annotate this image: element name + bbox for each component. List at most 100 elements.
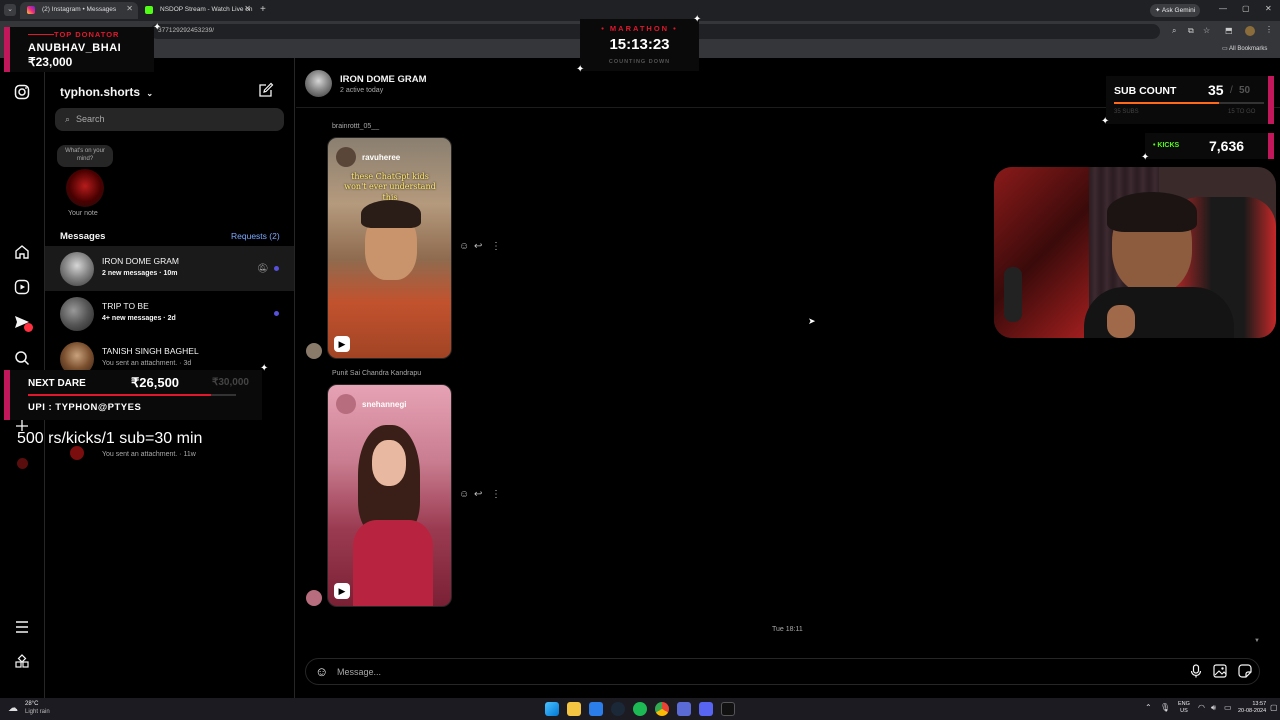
folder-icon: ▭	[1222, 46, 1228, 52]
search-input[interactable]: ⌕ Search	[55, 108, 284, 131]
browser-menu-icon[interactable]: ⋮	[1265, 25, 1273, 34]
new-tab-button[interactable]: +	[260, 4, 266, 15]
thread-name: IRON DOME GRAM	[102, 256, 179, 266]
tab-search-button[interactable]: ⌄	[4, 4, 16, 16]
rate-info-text: 500 rs/kicks/1 sub=30 min	[17, 430, 203, 447]
tab-stream[interactable]: NSDOP Stream - Watch Live on ✕	[138, 2, 256, 19]
webcam-person-body	[1084, 287, 1234, 338]
clock[interactable]: 13:57 20-08-2024	[1238, 701, 1266, 716]
sub-count-overlay: SUB COUNT 35 / 50 35 SUBS 15 TO GO ✦	[1101, 76, 1274, 127]
message-composer[interactable]: ☺ Message...	[305, 658, 1260, 685]
emoji-icon[interactable]: ☺	[315, 664, 328, 679]
react-icon[interactable]: ☺	[459, 241, 469, 252]
extensions-icon[interactable]: ⬒	[1225, 26, 1233, 35]
all-bookmarks-label: All Bookmarks	[1229, 46, 1268, 52]
app-icon[interactable]	[721, 702, 735, 716]
reel-caption: these ChatGpt kids won't ever understand…	[344, 172, 436, 202]
reel-play-icon: ▶	[334, 336, 350, 352]
tray-chevron-icon[interactable]: ⌃	[1145, 703, 1152, 712]
maximize-button[interactable]: ▢	[1242, 4, 1250, 13]
microphone-icon[interactable]	[1190, 664, 1202, 683]
react-icon[interactable]: ☺	[459, 489, 469, 500]
top-donator-overlay: TOP DONATOR ANUBHAV_BHAI ₹23,000 ✦	[4, 22, 161, 72]
wifi-icon[interactable]: ◠	[1198, 703, 1205, 712]
sparkle-icon: ✦	[576, 64, 585, 75]
steam-icon[interactable]	[611, 702, 625, 716]
sticker-icon[interactable]	[1238, 664, 1252, 683]
requests-link[interactable]: Requests (2)	[231, 231, 280, 241]
ask-gemini-button[interactable]: ✦ Ask Gemini	[1150, 4, 1201, 17]
kicks-value: 7,636	[1209, 138, 1245, 154]
language-top: ENG	[1178, 701, 1190, 707]
chat-avatar[interactable]	[305, 70, 332, 97]
close-icon[interactable]: ✕	[244, 4, 251, 13]
sender-name: Punit Sai Chandra Kandrapu	[332, 370, 422, 377]
minimize-button[interactable]: —	[1219, 4, 1227, 13]
mouse-cursor-icon: ➤	[808, 316, 816, 326]
new-message-icon[interactable]	[258, 82, 274, 103]
messages-icon[interactable]	[13, 314, 33, 332]
thread-trip-to-be[interactable]: TRIP TO BE 4+ new messages · 2d	[45, 291, 294, 336]
shared-reel[interactable]: snehannegi ▶	[327, 384, 452, 607]
reply-icon[interactable]: ↩	[474, 241, 482, 252]
search-icon[interactable]	[13, 350, 31, 368]
zoom-icon[interactable]: ⌕	[1172, 26, 1176, 36]
sub-count-slash: /	[1230, 85, 1233, 96]
start-button-icon[interactable]	[545, 702, 559, 716]
shared-reel[interactable]: ravuheree these ChatGpt kids won't ever …	[327, 137, 452, 359]
notification-icon[interactable]: ▢	[1270, 703, 1278, 712]
note-bubble[interactable]: What's on your mind?	[57, 145, 113, 167]
bookmark-star-icon[interactable]: ☆	[1203, 26, 1210, 35]
thread-avatar	[70, 446, 84, 460]
profile-avatar[interactable]	[1245, 26, 1255, 36]
tab-instagram[interactable]: (2) Instagram • Messages ✕	[20, 2, 138, 19]
url-text: 377129292453239/	[158, 27, 215, 34]
profile-avatar[interactable]	[17, 458, 28, 469]
app-icon[interactable]	[677, 702, 691, 716]
reel-author-avatar	[336, 394, 356, 414]
sub-count-label: SUB COUNT	[1114, 85, 1177, 97]
more-options-icon[interactable]: ⋮	[491, 241, 501, 252]
reply-icon[interactable]: ↩	[474, 489, 482, 500]
chat-title[interactable]: IRON DOME GRAM	[340, 74, 427, 85]
chrome-icon[interactable]	[655, 702, 669, 716]
marathon-timer-overlay: • MARATHON • 15:13:23 COUNTING DOWN ✦ ✦	[576, 14, 701, 75]
also-from-meta-icon[interactable]	[13, 654, 31, 672]
person-saree	[353, 520, 433, 606]
account-switcher[interactable]: typhon.shorts ⌄	[60, 85, 153, 99]
window-close-button[interactable]: ✕	[1265, 4, 1272, 13]
webcam-hand	[1107, 305, 1135, 338]
sub-count-small-right: 15 TO GO	[1228, 109, 1256, 115]
thread-preview: You sent an attachment. · 3d	[102, 360, 192, 367]
more-menu-icon[interactable]	[13, 619, 31, 637]
file-explorer-icon[interactable]	[567, 702, 581, 716]
search-placeholder: Search	[76, 114, 105, 124]
battery-icon[interactable]: ▭	[1224, 703, 1232, 712]
tray-app-icon[interactable]: 🎙︎	[1160, 703, 1170, 712]
scroll-down-arrow-icon[interactable]: ▼	[1254, 638, 1260, 644]
reels-icon[interactable]	[13, 279, 31, 297]
spotify-icon[interactable]	[633, 702, 647, 716]
your-note-label: Your note	[68, 210, 98, 217]
marathon-sub: COUNTING DOWN	[608, 59, 671, 65]
close-icon[interactable]: ✕	[126, 4, 133, 13]
sparkle-icon: ✦	[1101, 116, 1110, 127]
home-icon[interactable]	[13, 244, 31, 262]
instagram-logo-icon[interactable]	[13, 84, 31, 102]
thread-name: TANISH SINGH BAGHEL	[102, 346, 199, 356]
volume-icon[interactable]: 🔊︎	[1211, 703, 1216, 713]
gemini-icon: ✦	[1155, 7, 1161, 14]
thread-iron-dome-gram[interactable]: IRON DOME GRAM 2 new messages · 10m 🔕︎	[45, 246, 294, 291]
app-icon[interactable]	[589, 702, 603, 716]
more-options-icon[interactable]: ⋮	[491, 489, 501, 500]
thread-avatar	[60, 252, 94, 286]
image-upload-icon[interactable]	[1213, 664, 1227, 683]
top-donator-name: ANUBHAV_BHAI	[28, 42, 122, 54]
search-icon: ⌕	[65, 114, 71, 124]
marathon-label: • MARATHON •	[601, 24, 678, 33]
language-indicator[interactable]: ENG US	[1178, 701, 1190, 715]
your-note-avatar[interactable]	[66, 169, 104, 207]
install-icon[interactable]: ⧉	[1188, 26, 1194, 36]
all-bookmarks-button[interactable]: ▭ All Bookmarks	[1222, 45, 1267, 52]
discord-icon[interactable]	[699, 702, 713, 716]
